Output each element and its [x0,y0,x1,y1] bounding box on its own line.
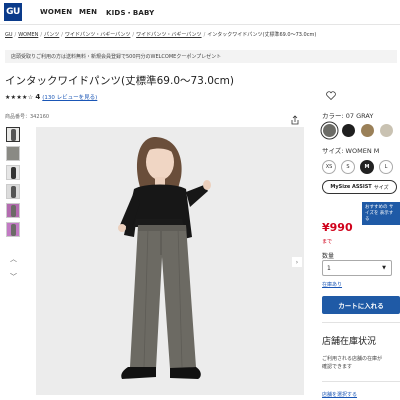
breadcrumb-separator: / [203,32,206,38]
breadcrumb-separator: / [40,32,43,38]
share-icon[interactable] [290,110,300,125]
color-swatch-beige[interactable] [380,124,393,137]
thumbnail[interactable] [6,203,20,218]
price-note: まで [322,239,333,245]
mysize-assist-sub: サイズ [373,184,389,191]
color-swatch-brown[interactable] [361,124,374,137]
item-number: 商品番号：342160 [5,114,50,120]
thumbnail[interactable] [6,222,20,237]
mysize-assist-label: MySize ASSIST [330,184,372,190]
breadcrumb-wide-pants[interactable]: ワイドパンツ・バギーパンツ [65,32,130,38]
chevron-up-icon[interactable]: ︿ [10,254,17,264]
chevron-right-icon[interactable]: › [292,257,302,267]
breadcrumb-current: インタックワイドパンツ(丈標準69.0〜73.0cm) [207,32,317,38]
review-link[interactable]: (130 レビューを見る) [42,93,97,101]
breadcrumb-separator: / [132,32,135,38]
add-to-cart-button[interactable]: カートに入れる [322,296,400,314]
thumbnail-figure [11,224,16,236]
store-stock-title: 店舗在庫状況 [322,337,377,347]
thumbnail[interactable] [6,127,20,142]
divider [322,381,400,382]
nav-kids-baby[interactable]: KIDS・BABY [106,8,154,18]
promo-banner-text: 店頭受取りご利用の方は送料無料・新規会員登録で500円分のWELCOMEクーポン… [11,54,222,60]
size-recommend-popup[interactable]: おすすめの サイズを 表示する [362,202,400,225]
color-swatch-gray[interactable] [323,124,336,137]
thumbnail-figure [11,205,16,217]
breadcrumb-women[interactable]: WOMEN [18,32,38,38]
chevron-down-icon[interactable]: ﹀ [10,272,17,282]
thumbnail-list [6,127,22,241]
thumbnail-figure [11,167,16,179]
quantity-select[interactable]: 1 ▼ [322,260,392,276]
store-stock-description: ご利用される店舗の在庫が [322,356,383,362]
gu-logo[interactable]: GU [4,3,22,21]
product-price: ¥990 [322,221,353,234]
thumbnail[interactable] [6,146,20,161]
thumbnail[interactable] [6,165,20,180]
mysize-assist-button[interactable]: MySize ASSIST サイズ [322,180,397,194]
star-rating-icon: ★★★★☆ [5,93,34,101]
product-title: インタックワイドパンツ(丈標準69.0〜73.0cm) [5,75,234,87]
size-button-xs[interactable]: XS [322,160,336,174]
nav-women[interactable]: WOMEN [40,8,72,16]
rating-row: ★★★★☆ 4 (130 レビューを見る) [5,93,97,101]
size-button-l[interactable]: L [379,160,393,174]
thumbnail[interactable] [6,184,20,199]
nav-men[interactable]: MEN [79,8,97,16]
promo-banner[interactable]: 店頭受取りご利用の方は送料無料・新規会員登録で500円分のWELCOMEクーポン… [5,50,397,63]
top-navigation-bar: GU WOMEN MEN KIDS・BABY [0,0,400,25]
main-product-image [36,127,304,395]
breadcrumb-separator: / [61,32,63,38]
quantity-label: 数量 [322,253,335,260]
size-label: サイズ: WOMEN M [322,147,380,155]
store-stock-description-2: 確認できます [322,364,353,370]
breadcrumb-pants[interactable]: パンツ [44,32,59,38]
breadcrumb-separator: / [14,32,17,38]
breadcrumb-wide-pants-2[interactable]: ワイドパンツ・バギーパンツ [136,32,201,38]
select-store-link[interactable]: 店舗を選択する [322,391,357,398]
color-swatch-black[interactable] [342,124,355,137]
thumbnail-figure [11,186,16,198]
thumbnail-figure [11,129,16,141]
breadcrumb: GU / WOMEN / パンツ / ワイドパンツ・バギーパンツ / ワイドパンツ・バギーパンツ… [5,31,400,38]
quantity-value: 1 [327,264,331,272]
size-button-m[interactable]: M [360,160,374,174]
chevron-down-icon: ▼ [382,265,386,271]
stock-status: 在庫あり [322,282,343,288]
color-label: カラー: 07 GRAY [322,112,374,120]
size-button-s[interactable]: S [341,160,355,174]
rating-value: 4 [35,93,41,101]
heart-icon[interactable] [326,91,336,103]
breadcrumb-gu[interactable]: GU [5,32,13,38]
divider [322,322,400,323]
